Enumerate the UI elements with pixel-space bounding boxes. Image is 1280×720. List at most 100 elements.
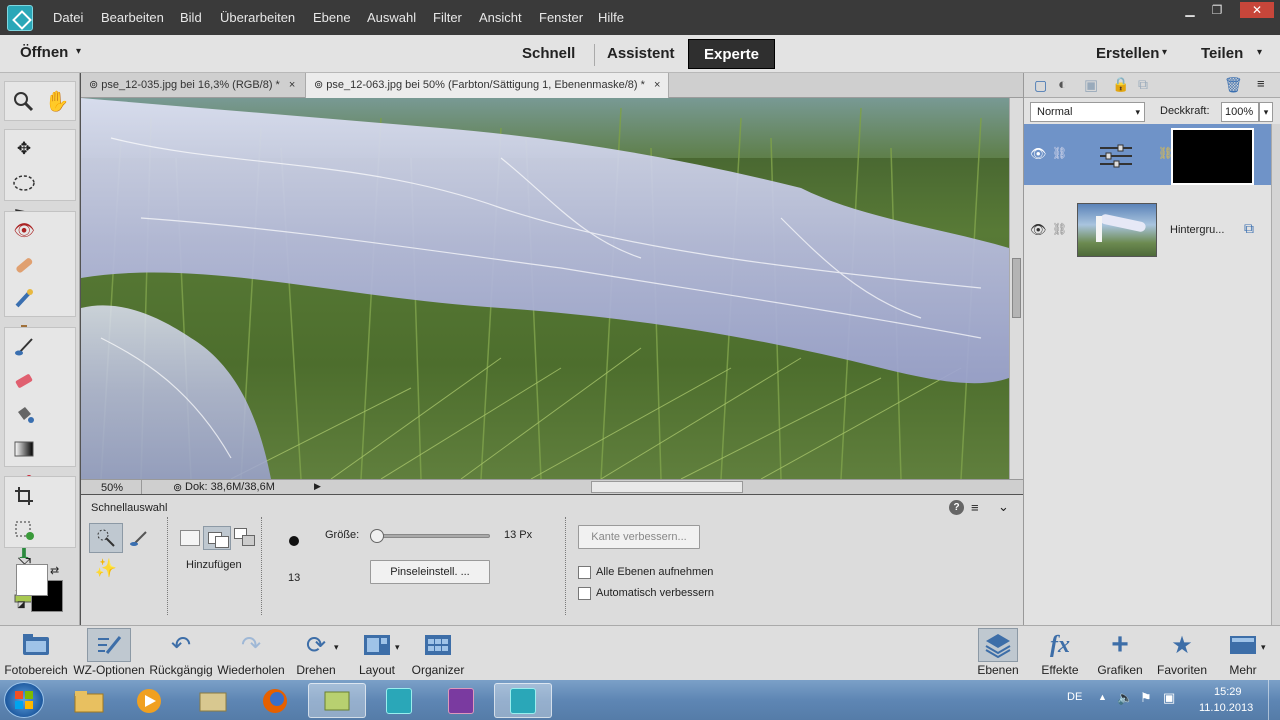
lock-transparency-icon[interactable]: ⧉ [1138, 76, 1148, 93]
opacity-input[interactable]: 100% [1221, 102, 1259, 122]
chevron-down-icon[interactable]: ▾ [334, 642, 339, 653]
tray-expand-icon[interactable]: ▲ [1098, 692, 1107, 702]
image-canvas[interactable] [81, 98, 1009, 479]
effects-button[interactable]: fx Effekte [1036, 626, 1084, 681]
tab-close-icon[interactable]: × [654, 79, 660, 91]
menu-fenster[interactable]: Fenster [539, 10, 583, 25]
menu-ueberarbeiten[interactable]: Überarbeiten [220, 10, 295, 25]
brush-settings-button[interactable]: Pinseleinstell. ... [370, 560, 490, 584]
menu-bearbeiten[interactable]: Bearbeiten [101, 10, 164, 25]
chevron-down-icon[interactable]: ▾ [395, 642, 400, 653]
layer-lock-icon[interactable]: ⧉ [1244, 220, 1254, 237]
subtract-from-selection-icon[interactable] [234, 528, 258, 548]
language-indicator[interactable]: DE [1067, 691, 1082, 703]
auto-enhance-checkbox[interactable] [578, 587, 591, 600]
clock-time[interactable]: 15:29 [1214, 686, 1242, 698]
new-selection-icon[interactable] [180, 530, 200, 546]
taskbar-notes-icon[interactable] [308, 683, 366, 718]
layer-row-adjustment[interactable]: 👁 ⛓ ⛓ [1024, 124, 1271, 185]
create-menu[interactable]: Erstellen [1096, 45, 1159, 62]
zoom-tool-icon[interactable] [9, 86, 37, 116]
help-icon[interactable]: ? [949, 500, 964, 515]
add-to-selection-icon[interactable] [203, 526, 231, 550]
scroll-thumb[interactable] [1012, 258, 1021, 318]
new-layer-icon[interactable]: ▢ [1034, 77, 1047, 94]
foreground-color-swatch[interactable] [16, 564, 48, 596]
paint-bucket-icon[interactable] [9, 400, 39, 430]
chevron-down-icon[interactable]: ▾ [1257, 47, 1262, 58]
opacity-dropdown-icon[interactable]: ▾ [1259, 102, 1273, 122]
layers-scrollbar[interactable] [1271, 124, 1280, 625]
layers-button[interactable]: Ebenen [974, 626, 1022, 681]
menu-datei[interactable]: Datei [53, 10, 83, 25]
menu-ebene[interactable]: Ebene [313, 10, 351, 25]
volume-icon[interactable]: 🔈 [1117, 690, 1133, 706]
menu-ansicht[interactable]: Ansicht [479, 10, 522, 25]
mode-expert[interactable]: Experte [688, 39, 775, 69]
chevron-down-icon[interactable]: ▾ [76, 46, 81, 57]
move-tool-icon[interactable]: ✥ [9, 134, 39, 164]
taskbar-explorer-icon[interactable] [60, 683, 118, 718]
all-layers-checkbox[interactable] [578, 566, 591, 579]
start-button-icon[interactable] [4, 682, 44, 718]
size-slider-thumb[interactable] [369, 529, 384, 543]
panel-menu-icon[interactable]: ≡ [1257, 76, 1265, 91]
hand-tool-icon[interactable]: ✋ [43, 86, 71, 116]
marquee-tool-icon[interactable] [9, 168, 39, 198]
menu-auswahl[interactable]: Auswahl [367, 10, 416, 25]
menu-bild[interactable]: Bild [180, 10, 202, 25]
menu-hilfe[interactable]: Hilfe [598, 10, 624, 25]
taskbar-media-player-icon[interactable] [120, 683, 178, 718]
eraser-tool-icon[interactable] [9, 366, 39, 396]
recompose-tool-icon[interactable] [9, 515, 39, 545]
tool-options-button[interactable]: WZ-Optionen [72, 626, 146, 681]
chevron-down-icon[interactable]: ▾ [1261, 642, 1266, 653]
layer-row-background[interactable]: 👁 ⛓ Hintergru... ⧉ [1024, 188, 1271, 258]
share-menu[interactable]: Teilen [1201, 45, 1243, 62]
taskbar-photoshop-elements-icon[interactable] [494, 683, 552, 718]
clock-date[interactable]: 11.10.2013 [1199, 702, 1253, 714]
taskbar-elements-organizer-icon[interactable] [370, 683, 428, 718]
flag-icon[interactable]: ⚑ [1140, 690, 1152, 706]
healing-brush-icon[interactable] [9, 250, 39, 280]
favorites-button[interactable]: ★ Favoriten [1154, 626, 1210, 681]
link-icon[interactable]: ⛓ [1052, 146, 1067, 160]
layer-mask-icon[interactable]: ▣ [1084, 76, 1098, 94]
taskbar-premiere-elements-icon[interactable] [432, 683, 490, 718]
tab-document-2[interactable]: ⊚ pse_12-063.jpg bei 50% (Farbton/Sättig… [305, 73, 670, 98]
tab-document-1[interactable]: ⊚ pse_12-035.jpg bei 16,3% (RGB/8) * × [81, 73, 303, 98]
taskbar-firefox-icon[interactable] [246, 683, 304, 718]
link-icon[interactable]: ⛓ [1052, 222, 1067, 236]
blend-mode-select[interactable]: Normal ▾ [1030, 102, 1145, 122]
mode-guided[interactable]: Assistent [607, 45, 675, 62]
canvas-horizontal-scroll-thumb[interactable] [591, 481, 743, 493]
mode-quick[interactable]: Schnell [522, 45, 575, 62]
default-colors-icon[interactable]: ◪ [17, 599, 26, 610]
adjustment-layer-icon[interactable]: ◐ [1058, 76, 1067, 93]
graphics-button[interactable]: + Grafiken [1094, 626, 1146, 681]
size-slider-track[interactable] [369, 529, 490, 543]
visibility-eye-icon[interactable]: 👁 [1030, 146, 1047, 162]
show-desktop-button[interactable] [1268, 680, 1280, 720]
swap-colors-icon[interactable]: ⇄ [50, 564, 59, 577]
red-eye-tool-icon[interactable]: 👁 [9, 216, 39, 246]
chevron-down-icon[interactable]: ▾ [1162, 47, 1167, 58]
smart-brush-icon[interactable] [9, 284, 39, 314]
open-button[interactable]: Öffnen [20, 44, 68, 61]
magic-wand-icon[interactable]: ✨ [93, 558, 119, 582]
collapse-chevron-icon[interactable]: ⌄ [998, 499, 1009, 515]
gradient-tool-icon[interactable] [9, 434, 39, 464]
status-menu-arrow-icon[interactable]: ▶ [314, 481, 321, 492]
rotate-button[interactable]: ⟳ Drehen [290, 626, 342, 681]
minimize-button[interactable]: ▁ [1176, 2, 1204, 18]
layer-mask-thumbnail[interactable] [1171, 128, 1254, 185]
close-button[interactable]: ✕ [1240, 2, 1274, 18]
canvas-vertical-scrollbar[interactable] [1009, 98, 1023, 479]
layout-button[interactable]: Layout [352, 626, 402, 681]
redo-button[interactable]: ↷ Wiederholen [216, 626, 286, 681]
restore-button[interactable]: ❐ [1203, 2, 1231, 18]
network-icon[interactable]: ▣ [1163, 690, 1175, 706]
undo-button[interactable]: ↶ Rückgängig [149, 626, 213, 681]
panel-menu-icon[interactable]: ≡ [971, 500, 979, 515]
organizer-button[interactable]: Organizer [408, 626, 468, 681]
